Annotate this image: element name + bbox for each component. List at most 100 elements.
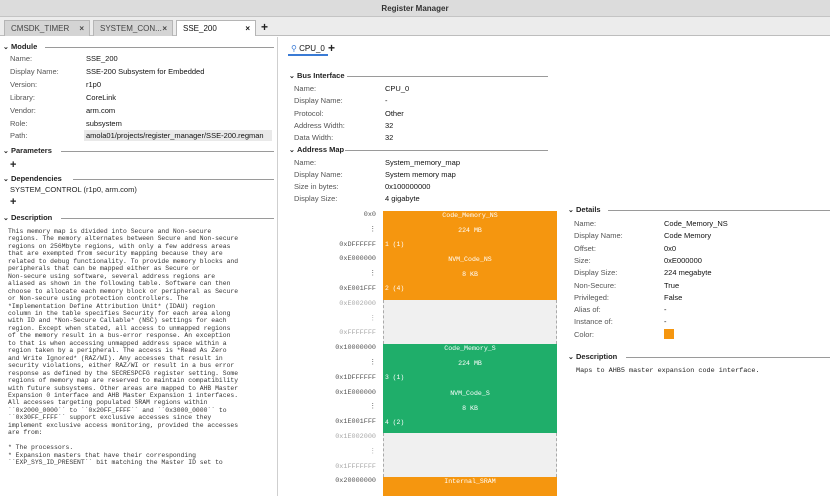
module-field-value[interactable]: subsystem xyxy=(86,118,122,129)
address-label: 0x1DFFFFFF xyxy=(335,373,376,382)
tab-label: CMSDK_TIMER xyxy=(11,24,70,33)
module-field-value[interactable]: SSE-200 Subsystem for Embedded xyxy=(86,66,204,77)
details-field-value[interactable]: False xyxy=(664,292,682,303)
tab-label: SYSTEM_CON... xyxy=(100,24,162,33)
module-panel: ⌄ Module Name: SSE_200 Display Name: SSE-200… xyxy=(0,37,278,496)
address-label: 0xE001FFF xyxy=(339,285,376,293)
tab-cmsdk-timer[interactable]: CMSDK_TIMER × xyxy=(4,20,90,36)
address-ellipsis: ⋮ xyxy=(369,447,376,456)
module-field-value[interactable]: r1p0 xyxy=(86,79,101,90)
chevron-down-icon: ⌄ xyxy=(568,207,574,214)
bus-interface-section-header[interactable]: ⌄ Bus Interface xyxy=(289,71,548,81)
color-swatch[interactable] xyxy=(664,328,674,339)
field-label: Path: xyxy=(10,131,28,141)
details-section-header[interactable]: ⌄ Details xyxy=(568,205,830,215)
address-label: 0x0 xyxy=(363,211,376,219)
region-size: 8 KB xyxy=(462,404,478,412)
field-label: Name: xyxy=(10,54,33,63)
memory-region[interactable]: Code_Memory_NS 224 MB 1 (1) xyxy=(383,211,557,256)
module-field-value[interactable]: CoreLink xyxy=(86,92,116,103)
region-size: 224 MB xyxy=(458,360,482,368)
module-section-header[interactable]: ⌄ Module xyxy=(3,42,274,52)
details-field-value[interactable]: 0x0 xyxy=(664,243,676,254)
tab-cpu-0[interactable]: ⚲ CPU_0 xyxy=(288,43,328,56)
module-field-value[interactable]: arm.com xyxy=(86,105,115,116)
bus-field-value[interactable]: CPU_0 xyxy=(385,83,409,94)
region-index: 4 (2) xyxy=(385,418,405,426)
window-title: Register Manager xyxy=(0,0,830,17)
address-label: 0xFFFFFFF xyxy=(339,329,376,338)
bus-field-value[interactable]: - xyxy=(385,95,388,106)
address-ellipsis: ⋮ xyxy=(369,359,376,367)
dependencies-section-header[interactable]: ⌄ Dependencies xyxy=(3,174,274,184)
address-label: 0x1E001FFF xyxy=(335,418,376,427)
chevron-down-icon: ⌄ xyxy=(3,176,9,183)
address-map-field-value[interactable]: System memory map xyxy=(385,169,456,180)
memory-region[interactable]: Internal_SRAM xyxy=(383,477,557,496)
details-field-value[interactable]: Code Memory xyxy=(664,230,711,241)
bus-field-value[interactable]: Other xyxy=(385,108,404,119)
field-label: Vendor: xyxy=(10,105,36,115)
chevron-down-icon: ⌄ xyxy=(3,215,9,222)
field-label: Instance of: xyxy=(574,317,613,327)
chevron-down-icon: ⌄ xyxy=(289,73,295,80)
address-ellipsis: ⋮ xyxy=(369,225,376,234)
details-field-value[interactable]: - xyxy=(664,304,667,315)
address-map-field-value[interactable]: System_memory_map xyxy=(385,157,460,168)
details-field-value[interactable]: True xyxy=(664,280,679,291)
description-text[interactable]: This memory map is divided into Secure a… xyxy=(8,228,276,467)
memory-map-view[interactable]: 0x0 ⋮ 0xDFFFFFF 0xE000000 ⋮ 0xE001FFF 0xE00200… xyxy=(286,211,566,496)
details-field-value[interactable]: 224 megabyte xyxy=(664,267,712,278)
add-bus-interface-button[interactable]: + xyxy=(328,42,335,55)
details-field-value[interactable]: Code_Memory_NS xyxy=(664,218,728,229)
address-label: 0x20000000 xyxy=(335,477,376,486)
close-icon[interactable]: × xyxy=(79,21,84,36)
field-label: Display Size: xyxy=(574,268,618,278)
memory-region[interactable]: NVM_Code_S 8 KB 4 (2) xyxy=(383,388,557,433)
memory-region[interactable]: Code_Memory_S 224 MB 3 (1) xyxy=(383,344,557,389)
chevron-down-icon: ⌄ xyxy=(289,147,295,154)
region-name: NVM_Code_NS xyxy=(448,256,492,264)
tab-system-control[interactable]: SYSTEM_CON... × xyxy=(93,20,173,36)
dependency-item[interactable]: SYSTEM_CONTROL (r1p0, arm.com) xyxy=(10,184,137,195)
hub-icon: ⚲ xyxy=(291,44,297,53)
field-label: Data Width: xyxy=(294,133,334,143)
close-icon[interactable]: × xyxy=(162,21,167,36)
memory-gap[interactable] xyxy=(383,433,557,478)
bus-interface-panel: ⚲ CPU_0 + ⌄ Bus Interface Name: CPU_0 Displ… xyxy=(286,37,566,496)
add-dependency-button[interactable]: + xyxy=(10,197,16,208)
address-map-field-value[interactable]: 4 gigabyte xyxy=(385,193,420,204)
details-field-value[interactable]: 0xE000000 xyxy=(664,255,702,266)
description-section-header[interactable]: ⌄ Description xyxy=(3,213,274,223)
tab-sse-200[interactable]: SSE_200 × xyxy=(176,20,256,36)
details-panel: ⌄ Details Name: Code_Memory_NS Display Name… xyxy=(566,200,830,496)
region-name: Code_Memory_S xyxy=(444,345,496,353)
details-field-value[interactable]: - xyxy=(664,316,667,327)
field-label: Privileged: xyxy=(574,292,610,302)
region-size: 8 KB xyxy=(462,271,478,279)
field-label: Display Name: xyxy=(574,231,623,241)
address-label: 0xE002000 xyxy=(339,299,376,308)
add-parameter-button[interactable]: + xyxy=(10,160,16,171)
field-label: Display Name: xyxy=(294,170,343,179)
module-field-value[interactable]: amola01/projects/register_manager/SSE-20… xyxy=(84,130,272,142)
memory-region[interactable]: NVM_Code_NS 8 KB 2 (4) xyxy=(383,255,557,300)
bus-field-value[interactable]: 32 xyxy=(385,120,393,131)
address-ellipsis: ⋮ xyxy=(369,403,376,412)
memory-gap[interactable] xyxy=(383,299,557,345)
chevron-down-icon: ⌄ xyxy=(568,354,574,361)
address-map-section-header[interactable]: ⌄ Address Map xyxy=(289,145,548,155)
add-tab-button[interactable]: + xyxy=(261,20,268,34)
bus-field-value[interactable]: 32 xyxy=(385,132,393,143)
field-label: Role: xyxy=(10,118,28,128)
field-label: Color: xyxy=(574,329,595,339)
address-map-field-value[interactable]: 0x100000000 xyxy=(385,181,430,192)
field-label: Version: xyxy=(10,79,38,89)
details-description-text[interactable]: Maps to AHB5 master expansion code inter… xyxy=(576,366,760,377)
parameters-section-header[interactable]: ⌄ Parameters xyxy=(3,146,274,156)
tab-label: SSE_200 xyxy=(183,24,217,33)
module-field-value[interactable]: SSE_200 xyxy=(86,53,118,64)
close-icon[interactable]: × xyxy=(245,21,250,36)
details-description-section-header[interactable]: ⌄ Description xyxy=(568,352,830,362)
register-manager-window: Register Manager CMSDK_TIMER × SYSTEM_CO… xyxy=(0,0,830,496)
